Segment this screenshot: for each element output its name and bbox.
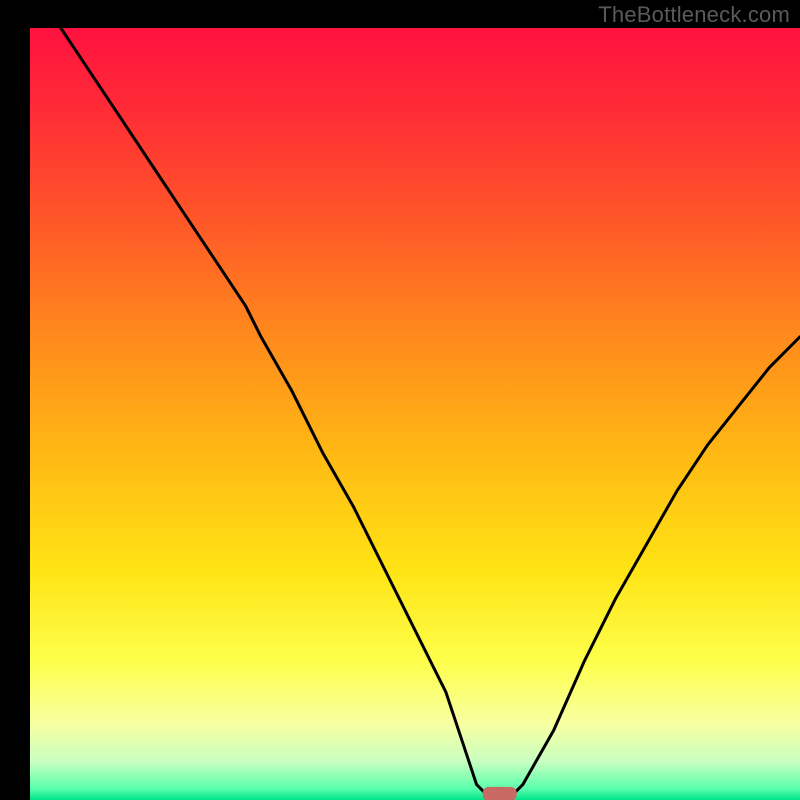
chart-frame	[0, 0, 800, 800]
optimal-marker	[483, 787, 517, 800]
attribution-text: TheBottleneck.com	[598, 2, 790, 28]
plot-background	[30, 28, 800, 800]
bottleneck-chart	[0, 0, 800, 800]
